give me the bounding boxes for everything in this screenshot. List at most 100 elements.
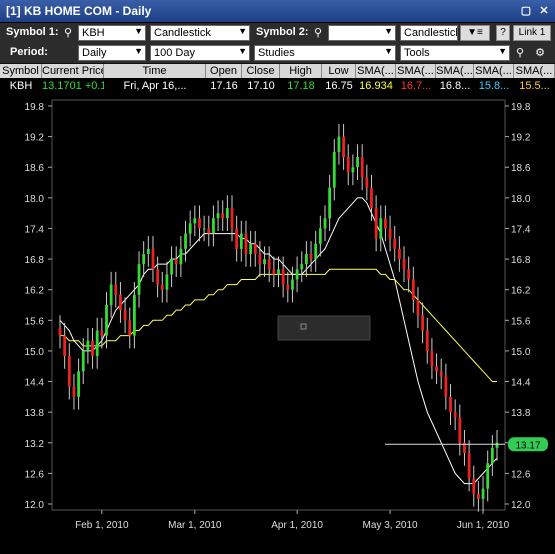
candle-body[interactable] xyxy=(160,284,164,290)
candle-body[interactable] xyxy=(402,259,406,270)
quote-header-2[interactable]: Time xyxy=(104,64,206,78)
candle-body[interactable] xyxy=(397,248,401,260)
candle-body[interactable] xyxy=(123,310,127,321)
candle-body[interactable] xyxy=(258,253,262,265)
quote-header-7[interactable]: SMA(... xyxy=(356,64,396,78)
candle-body[interactable] xyxy=(91,340,94,357)
quote-header-3[interactable]: Open xyxy=(206,64,242,78)
candle-body[interactable] xyxy=(230,208,234,229)
candle-body[interactable] xyxy=(202,228,206,230)
candle-body[interactable] xyxy=(216,213,220,219)
candle-body[interactable] xyxy=(86,340,90,351)
candle-body[interactable] xyxy=(109,284,113,305)
candlestick-chart[interactable]: 19.8 19.8 19.2 19.2 18.6 18.6 18.0 18.0 17.4 17.4… xyxy=(0,96,555,549)
symbol2-search-icon[interactable]: ⚲ xyxy=(310,25,326,41)
candle-body[interactable] xyxy=(435,366,438,372)
candle-body[interactable] xyxy=(263,259,266,265)
candle-body[interactable] xyxy=(184,233,187,249)
candle-body[interactable] xyxy=(346,157,350,173)
candle-body[interactable] xyxy=(421,315,425,331)
candle-body[interactable] xyxy=(170,259,173,275)
candle-body[interactable] xyxy=(449,396,452,413)
candle-body[interactable] xyxy=(407,269,411,280)
candle-body[interactable] xyxy=(146,248,150,254)
candle-body[interactable] xyxy=(198,218,201,229)
candle-body[interactable] xyxy=(174,259,178,265)
quote-header-1[interactable]: Current Price xyxy=(42,64,104,78)
period-select[interactable]: Daily ▼ xyxy=(78,45,146,61)
candle-body[interactable] xyxy=(314,243,318,260)
candle-body[interactable] xyxy=(63,335,67,357)
candle-body[interactable] xyxy=(165,274,169,290)
candle-body[interactable] xyxy=(156,269,160,285)
candle-body[interactable] xyxy=(374,208,378,239)
candle-body[interactable] xyxy=(467,452,471,479)
candle-body[interactable] xyxy=(328,187,332,219)
candle-body[interactable] xyxy=(318,228,322,244)
candle-body[interactable] xyxy=(295,269,299,280)
symbol1-search-icon[interactable]: ⚲ xyxy=(60,25,76,41)
studies-select[interactable]: Studies ▼ xyxy=(254,45,396,61)
candle-body[interactable] xyxy=(67,356,71,387)
candle-body[interactable] xyxy=(249,243,253,254)
candle-body[interactable] xyxy=(393,238,397,249)
candle-body[interactable] xyxy=(332,151,336,188)
candle-body[interactable] xyxy=(490,447,494,464)
candle-body[interactable] xyxy=(179,248,183,265)
candle-body[interactable] xyxy=(411,279,415,300)
candle-body[interactable] xyxy=(360,157,364,178)
candle-body[interactable] xyxy=(253,243,257,254)
candle-body[interactable] xyxy=(225,208,229,219)
candle-body[interactable] xyxy=(472,478,476,494)
candle-body[interactable] xyxy=(342,136,345,158)
candle-body[interactable] xyxy=(458,417,462,443)
candle-body[interactable] xyxy=(453,412,457,418)
candle-body[interactable] xyxy=(486,463,490,489)
candle-body[interactable] xyxy=(281,269,285,285)
candle-body[interactable] xyxy=(477,493,480,499)
close-button[interactable]: ✕ xyxy=(538,5,550,17)
candle-body[interactable] xyxy=(416,299,420,316)
chart-type2-select[interactable]: Candlestick xyxy=(400,25,458,41)
quote-header-5[interactable]: High xyxy=(280,64,322,78)
candle-body[interactable] xyxy=(439,371,443,377)
candle-body[interactable] xyxy=(239,233,243,249)
candle-body[interactable] xyxy=(207,228,211,234)
candle-body[interactable] xyxy=(193,218,197,224)
chart-type1-select[interactable]: Candlestick ▼ xyxy=(150,25,250,41)
quote-header-11[interactable]: SMA(... xyxy=(514,64,555,78)
candle-body[interactable] xyxy=(58,327,62,336)
candle-body[interactable] xyxy=(212,218,215,234)
quote-header-8[interactable]: SMA(... xyxy=(396,64,436,78)
candle-body[interactable] xyxy=(119,294,122,311)
maximize-button[interactable]: ▢ xyxy=(520,5,532,17)
help-button[interactable]: ? xyxy=(496,25,510,41)
candle-body[interactable] xyxy=(481,488,485,499)
candle-body[interactable] xyxy=(95,330,99,357)
candle-body[interactable] xyxy=(495,442,499,448)
candle-body[interactable] xyxy=(351,167,355,173)
candle-body[interactable] xyxy=(137,264,141,295)
candle-body[interactable] xyxy=(309,253,313,260)
settings-icon[interactable]: ⚙ xyxy=(532,45,548,61)
candle-body[interactable] xyxy=(142,253,146,265)
candle-body[interactable] xyxy=(430,350,434,367)
quote-header-4[interactable]: Close xyxy=(242,64,280,78)
candle-body[interactable] xyxy=(244,233,248,254)
candle-body[interactable] xyxy=(300,264,304,270)
candle-body[interactable] xyxy=(267,259,271,270)
candle-body[interactable] xyxy=(388,228,392,239)
candle-body[interactable] xyxy=(105,305,108,336)
candle-body[interactable] xyxy=(370,187,373,209)
candle-body[interactable] xyxy=(356,157,359,168)
candle-body[interactable] xyxy=(379,218,383,239)
candle-body[interactable] xyxy=(100,330,104,336)
candle-body[interactable] xyxy=(114,284,118,295)
quote-header-6[interactable]: Low xyxy=(322,64,356,78)
candle-body[interactable] xyxy=(132,294,136,336)
candle-body[interactable] xyxy=(425,330,429,351)
candle-body[interactable] xyxy=(337,136,341,152)
candle-body[interactable] xyxy=(221,213,225,219)
quote-header-10[interactable]: SMA(... xyxy=(474,64,514,78)
floating-panel[interactable] xyxy=(277,315,371,341)
